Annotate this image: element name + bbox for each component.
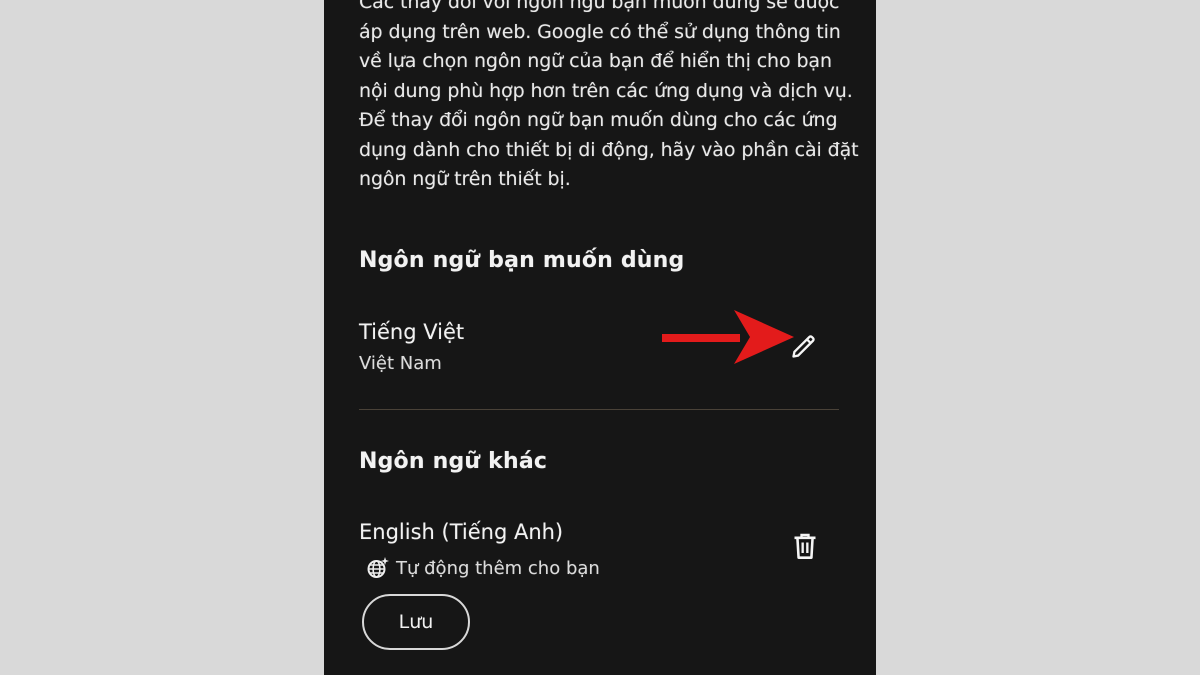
delete-language-button[interactable] [785,526,825,566]
red-arrow-annotation [662,310,794,364]
screenshot-stage: Các thay đổi với ngôn ngữ bạn muốn dùng … [0,0,1200,675]
globe-sparkle-icon [367,557,389,578]
preferred-language-name: Tiếng Việt [359,320,465,344]
preferred-language-heading: Ngôn ngữ bạn muốn dùng [359,248,685,273]
save-button[interactable]: Lưu [362,594,470,650]
auto-added-note: Tự động thêm cho bạn [366,556,600,580]
pencil-icon [792,335,815,358]
other-language-name: English (Tiếng Anh) [359,520,564,544]
auto-added-label: Tự động thêm cho bạn [396,557,600,579]
other-languages-heading: Ngôn ngữ khác [359,449,548,474]
trash-icon [794,533,816,559]
intro-description: Các thay đổi với ngôn ngữ bạn muốn dùng … [359,0,859,190]
edit-language-button[interactable] [784,326,824,366]
preferred-language-region: Việt Nam [359,353,442,374]
language-settings-screen: Các thay đổi với ngôn ngữ bạn muốn dùng … [324,0,876,675]
section-divider [359,409,839,410]
